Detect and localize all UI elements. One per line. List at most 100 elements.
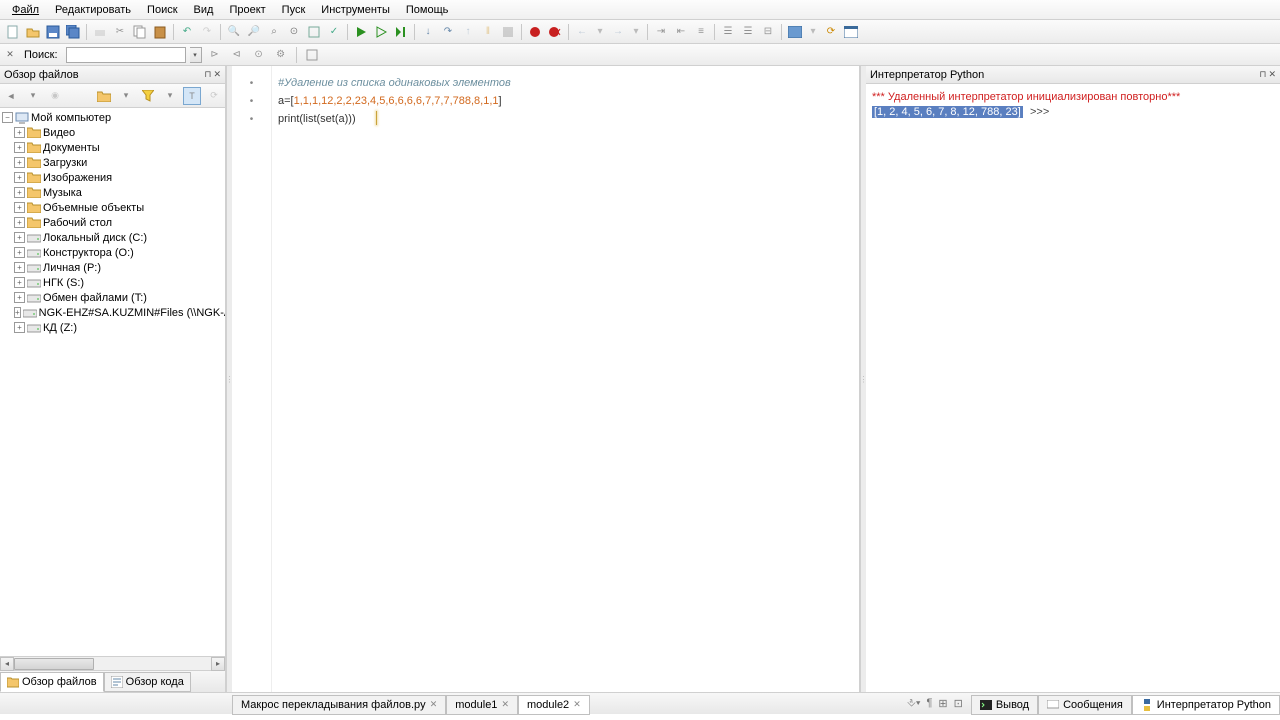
search-input[interactable] <box>66 47 186 63</box>
stop-icon[interactable] <box>499 23 517 41</box>
new-icon[interactable] <box>4 23 22 41</box>
check-icon[interactable]: ✓ <box>325 23 343 41</box>
breakpoint-clear-icon[interactable] <box>546 23 564 41</box>
refresh-icon[interactable]: ⟳ <box>822 23 840 41</box>
menu-run[interactable]: Пуск <box>274 2 314 18</box>
dropdown-icon[interactable]: ▾ <box>24 87 42 105</box>
horizontal-scrollbar[interactable]: ◂ ▸ <box>0 656 225 670</box>
step-into-icon[interactable]: ↓ <box>419 23 437 41</box>
search-next-icon[interactable]: ⊳ <box>206 46 224 64</box>
dropdown-icon[interactable]: ▾ <box>117 87 135 105</box>
tree-item[interactable]: +НГК (S:) <box>0 275 225 290</box>
debug-icon[interactable] <box>372 23 390 41</box>
position-icon[interactable]: ⊡ <box>954 697 963 710</box>
refresh-icon[interactable]: ⟳ <box>205 87 223 105</box>
file-tree[interactable]: − Мой компьютер +Видео+Документы+Загрузк… <box>0 108 225 656</box>
menu-view[interactable]: Вид <box>186 2 222 18</box>
run-to-icon[interactable] <box>392 23 410 41</box>
close-icon[interactable]: ✕ <box>501 699 509 710</box>
tab-file-browser[interactable]: Обзор файлов <box>0 672 104 692</box>
find-icon[interactable]: ⌕ <box>265 23 283 41</box>
dropdown-icon[interactable]: ▾ <box>593 23 607 41</box>
scroll-right-icon[interactable]: ▸ <box>211 657 225 671</box>
window-icon[interactable] <box>842 23 860 41</box>
tree-item[interactable]: +Видео <box>0 125 225 140</box>
search-close-icon[interactable] <box>303 46 321 64</box>
tree-item[interactable]: +Музыка <box>0 185 225 200</box>
toggle-icon[interactable] <box>305 23 323 41</box>
close-icon[interactable]: ✕ <box>213 69 221 80</box>
open-icon[interactable] <box>24 23 42 41</box>
tree-item[interactable]: +Изображения <box>0 170 225 185</box>
list-icon[interactable]: ☰ <box>719 23 737 41</box>
tree-item[interactable]: +Конструктора (O:) <box>0 245 225 260</box>
pause-icon[interactable]: ‖ <box>479 23 497 41</box>
tree-item[interactable]: +Рабочий стол <box>0 215 225 230</box>
editor-tab[interactable]: module2✕ <box>518 695 590 715</box>
breakpoint-icon[interactable] <box>526 23 544 41</box>
dropdown-icon[interactable]: ▾ <box>629 23 643 41</box>
list2-icon[interactable]: ☰ <box>739 23 757 41</box>
encoding-icon[interactable]: ⎀▾ <box>907 697 920 710</box>
close-icon[interactable]: ✕ <box>4 49 16 61</box>
tree-item[interactable]: +Обмен файлами (T:) <box>0 290 225 305</box>
run-icon[interactable] <box>352 23 370 41</box>
print-icon[interactable] <box>91 23 109 41</box>
clear-icon[interactable]: ⊟ <box>759 23 777 41</box>
scroll-left-icon[interactable]: ◂ <box>0 657 14 671</box>
nav-back-icon[interactable]: ← <box>573 23 591 41</box>
menu-project[interactable]: Проект <box>221 2 273 18</box>
search-prev-icon[interactable]: ⊲ <box>228 46 246 64</box>
tree-item[interactable]: +Документы <box>0 140 225 155</box>
chevron-down-icon[interactable]: ▾ <box>190 47 202 63</box>
editor-tab[interactable]: module1✕ <box>446 695 518 715</box>
menu-edit[interactable]: Редактировать <box>47 2 139 18</box>
outdent-icon[interactable]: ⇤ <box>672 23 690 41</box>
dropdown-icon[interactable]: ▾ <box>161 87 179 105</box>
tab-messages[interactable]: Сообщения <box>1038 695 1132 715</box>
menu-tools[interactable]: Инструменты <box>313 2 398 18</box>
lock-icon[interactable]: ⊞ <box>938 697 947 710</box>
save-icon[interactable] <box>44 23 62 41</box>
comment-icon[interactable]: ≡ <box>692 23 710 41</box>
tab-python-interpreter[interactable]: Интерпретатор Python <box>1132 695 1280 715</box>
menu-search[interactable]: Поиск <box>139 2 185 18</box>
redo-icon[interactable]: ↷ <box>198 23 216 41</box>
dropdown-icon[interactable]: ▾ <box>806 23 820 41</box>
step-over-icon[interactable]: ↷ <box>439 23 457 41</box>
find-prev-icon[interactable]: ⊙ <box>285 23 303 41</box>
editor-tab[interactable]: Макрос перекладывания файлов.py✕ <box>232 695 446 715</box>
code-area[interactable]: #Удаление из списка одинаковых элементов… <box>272 66 859 692</box>
undo-icon[interactable]: ↶ <box>178 23 196 41</box>
nav-fwd-icon[interactable]: → <box>609 23 627 41</box>
tab-code-browser[interactable]: Обзор кода <box>104 672 191 692</box>
indent-icon[interactable]: ⇥ <box>652 23 670 41</box>
menu-help[interactable]: Помощь <box>398 2 457 18</box>
close-icon[interactable]: ✕ <box>573 699 581 710</box>
tree-item[interactable]: +Объемные объекты <box>0 200 225 215</box>
code-editor[interactable]: ••• #Удаление из списка одинаковых элеме… <box>232 66 860 692</box>
close-icon[interactable]: ✕ <box>430 699 438 710</box>
tree-item[interactable]: +КД (Z:) <box>0 320 225 335</box>
back-icon[interactable]: ◄ <box>2 87 20 105</box>
filter-icon[interactable] <box>139 87 157 105</box>
up-icon[interactable]: ◉ <box>46 87 64 105</box>
tree-item[interactable]: +NGK-EHZ#SA.KUZMIN#Files (\\NGK-AS-0 <box>0 305 225 320</box>
paste-icon[interactable] <box>151 23 169 41</box>
close-icon[interactable]: ✕ <box>1268 69 1276 80</box>
layout-icon[interactable] <box>786 23 804 41</box>
step-out-icon[interactable]: ↑ <box>459 23 477 41</box>
pin-icon[interactable]: ⊓ <box>204 69 211 80</box>
search-opts-icon[interactable]: ⚙ <box>272 46 290 64</box>
tree-item[interactable]: +Локальный диск (C:) <box>0 230 225 245</box>
search-highlight-icon[interactable]: ⊙ <box>250 46 268 64</box>
tree-item[interactable]: +Личная (P:) <box>0 260 225 275</box>
zoom-in-icon[interactable]: 🔍 <box>225 23 243 41</box>
pin-icon[interactable]: ⊓ <box>1259 69 1266 80</box>
tab-output[interactable]: Вывод <box>971 695 1038 715</box>
zoom-out-icon[interactable]: 🔎 <box>245 23 263 41</box>
copy-icon[interactable] <box>131 23 149 41</box>
python-console[interactable]: *** Удаленный интерпретатор инициализиро… <box>866 84 1280 692</box>
menu-file[interactable]: Файл <box>4 2 47 18</box>
filter-type-icon[interactable]: T <box>183 87 201 105</box>
